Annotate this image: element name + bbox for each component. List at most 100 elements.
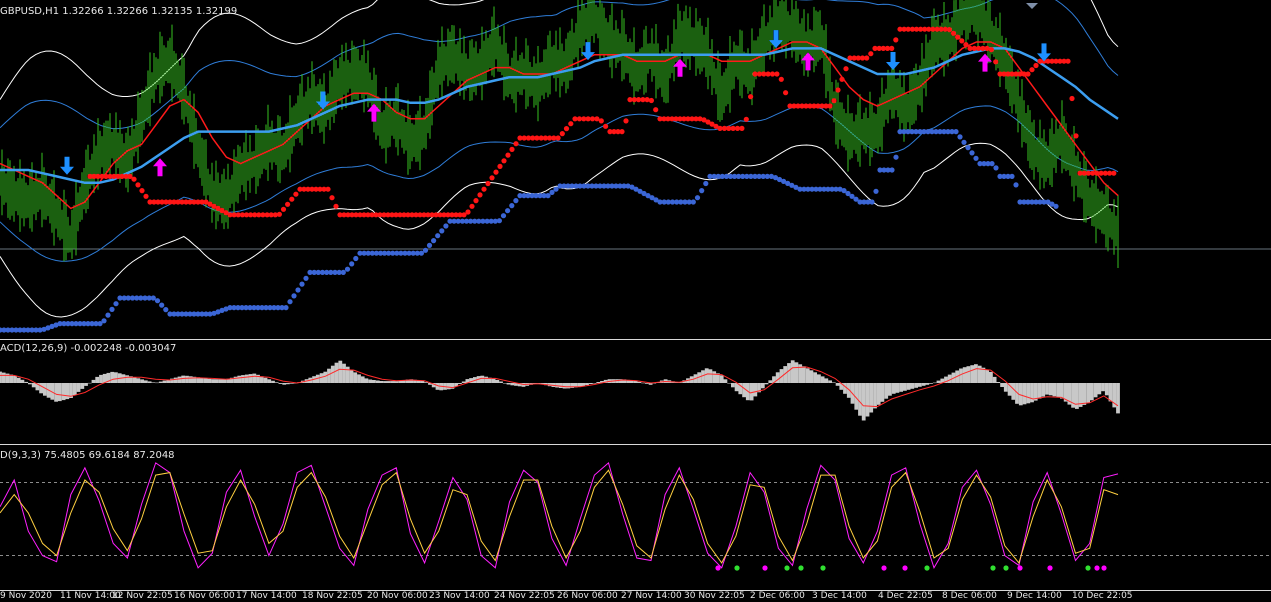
support-line-dot	[509, 203, 515, 209]
macd-hist-bar	[989, 371, 993, 383]
buy-signal-dot	[990, 565, 996, 571]
macd-hist-bar	[592, 383, 597, 384]
scroll-marker-icon[interactable]	[1026, 3, 1038, 9]
arrow-shape	[673, 58, 687, 77]
macd-hist-bar	[95, 376, 100, 383]
panel-separator	[0, 444, 1271, 445]
macd-hist-bar	[215, 379, 219, 383]
resistance-line-dot	[831, 98, 837, 104]
macd-hist-bar	[742, 383, 746, 398]
resistance-line-dot	[893, 37, 899, 43]
resistance-line-dot	[469, 203, 475, 209]
macd-hist-bar	[775, 372, 780, 383]
support-line-dot	[513, 198, 519, 204]
macd-hist-bar	[143, 380, 148, 383]
macd-hist-bar	[645, 383, 649, 384]
macd-hist-bar	[637, 381, 642, 383]
sell-signal-dot	[762, 565, 768, 571]
macd-hist-bar	[817, 374, 821, 383]
support-line-dot	[694, 195, 701, 201]
macd-hist-bar	[360, 376, 365, 383]
support-line-dot	[1053, 203, 1059, 209]
macd-hist-bar	[1089, 383, 1094, 401]
macd-hist-bar	[345, 366, 350, 383]
macd-hist-bar	[917, 383, 922, 387]
resistance-line-dot	[778, 76, 784, 82]
sell-arrow-icon	[60, 156, 74, 175]
buy-arrow-icon	[801, 52, 815, 71]
resistance-line-dot	[1065, 58, 1071, 64]
sell-signal-dot	[1047, 565, 1053, 571]
macd-hist-bar	[1056, 383, 1061, 398]
macd-hist-bar	[0, 371, 2, 383]
buy-signal-dot	[734, 565, 740, 571]
resistance-line-dot	[1033, 62, 1039, 69]
resistance-line-dot	[513, 141, 519, 147]
macd-hist-bar	[241, 375, 245, 383]
resistance-line-dot	[276, 211, 282, 217]
time-axis: 9 Nov 2020 11 Nov 14:00 12 Nov 22:05 16 Nov…	[0, 591, 1271, 601]
macd-hist-bar	[282, 383, 287, 385]
arrow-shape	[769, 30, 783, 49]
macd-hist-bar	[831, 382, 836, 383]
macd-hist-bar	[787, 363, 791, 383]
macd-hist-bar	[200, 377, 204, 383]
macd-hist-bar	[364, 378, 369, 383]
macd-hist-bar	[387, 381, 391, 383]
macd-hist-bar	[712, 371, 717, 383]
macd-hist-bar	[132, 377, 137, 383]
resistance-line-dot	[959, 38, 965, 44]
trading-chart[interactable]: GBPUSD,H1 1.32266 1.32266 1.32135 1.3219…	[0, 0, 1271, 601]
macd-hist-bar	[925, 383, 930, 385]
macd-hist-bar	[809, 370, 814, 383]
macd-hist-bar	[446, 383, 451, 390]
sell-arrow-icon	[1037, 43, 1051, 62]
resistance-line-dot	[555, 135, 561, 141]
support-line-dot	[105, 312, 111, 318]
support-line-dot	[431, 238, 437, 244]
macd-hist-bar	[499, 381, 503, 383]
macd-hist-bar	[962, 367, 967, 383]
macd-hist-bar	[173, 377, 178, 383]
sell-signal-dot	[1101, 565, 1107, 571]
macd-hist-bar	[114, 372, 118, 383]
time-axis-label: 20 Nov 06:00	[367, 591, 428, 601]
macd-hist-bar	[566, 383, 571, 389]
macd-hist-bar	[895, 383, 900, 393]
macd-hist-bar	[1075, 383, 1079, 409]
macd-hist-bar	[802, 366, 806, 383]
macd-hist-bar	[959, 368, 963, 383]
sell-signal-dot	[902, 565, 908, 571]
support-line-dot	[426, 242, 433, 248]
chart-canvas[interactable]	[0, 0, 1271, 601]
macd-hist-bar	[1052, 383, 1057, 397]
support-line-dot	[993, 165, 999, 171]
support-line-dot	[295, 287, 301, 293]
stoch-main-line	[0, 462, 1119, 570]
macd-hist-bar	[749, 383, 754, 401]
resistance-line-dot	[559, 131, 565, 137]
macd-hist-bar	[588, 383, 593, 384]
buy-signal-dot	[924, 565, 930, 571]
macd-hist-bar	[383, 381, 387, 383]
resistance-line-dot	[329, 195, 335, 201]
sell-signal-dot	[715, 565, 721, 571]
macd-hist-bar	[244, 374, 249, 383]
macd-hist-bar	[1093, 383, 1098, 398]
support-line-dot	[989, 161, 995, 167]
macd-hist-bar	[28, 383, 32, 385]
resistance-line-dot	[603, 123, 609, 129]
macd-hist-bar	[869, 383, 874, 413]
macd-hist-bar	[510, 383, 515, 386]
resistance-line-dot	[465, 209, 471, 215]
macd-hist-bar	[185, 375, 189, 383]
buy-arrow-icon	[153, 158, 167, 177]
macd-hist-bar	[708, 369, 713, 383]
support-line-dot	[287, 299, 293, 305]
resistance-line-dot	[473, 198, 479, 204]
macd-hist-bar	[936, 380, 941, 383]
macd-hist-bar	[704, 368, 709, 383]
macd-histogram	[0, 360, 1120, 421]
resistance-line-dot	[563, 126, 570, 132]
macd-hist-bar	[76, 383, 81, 392]
